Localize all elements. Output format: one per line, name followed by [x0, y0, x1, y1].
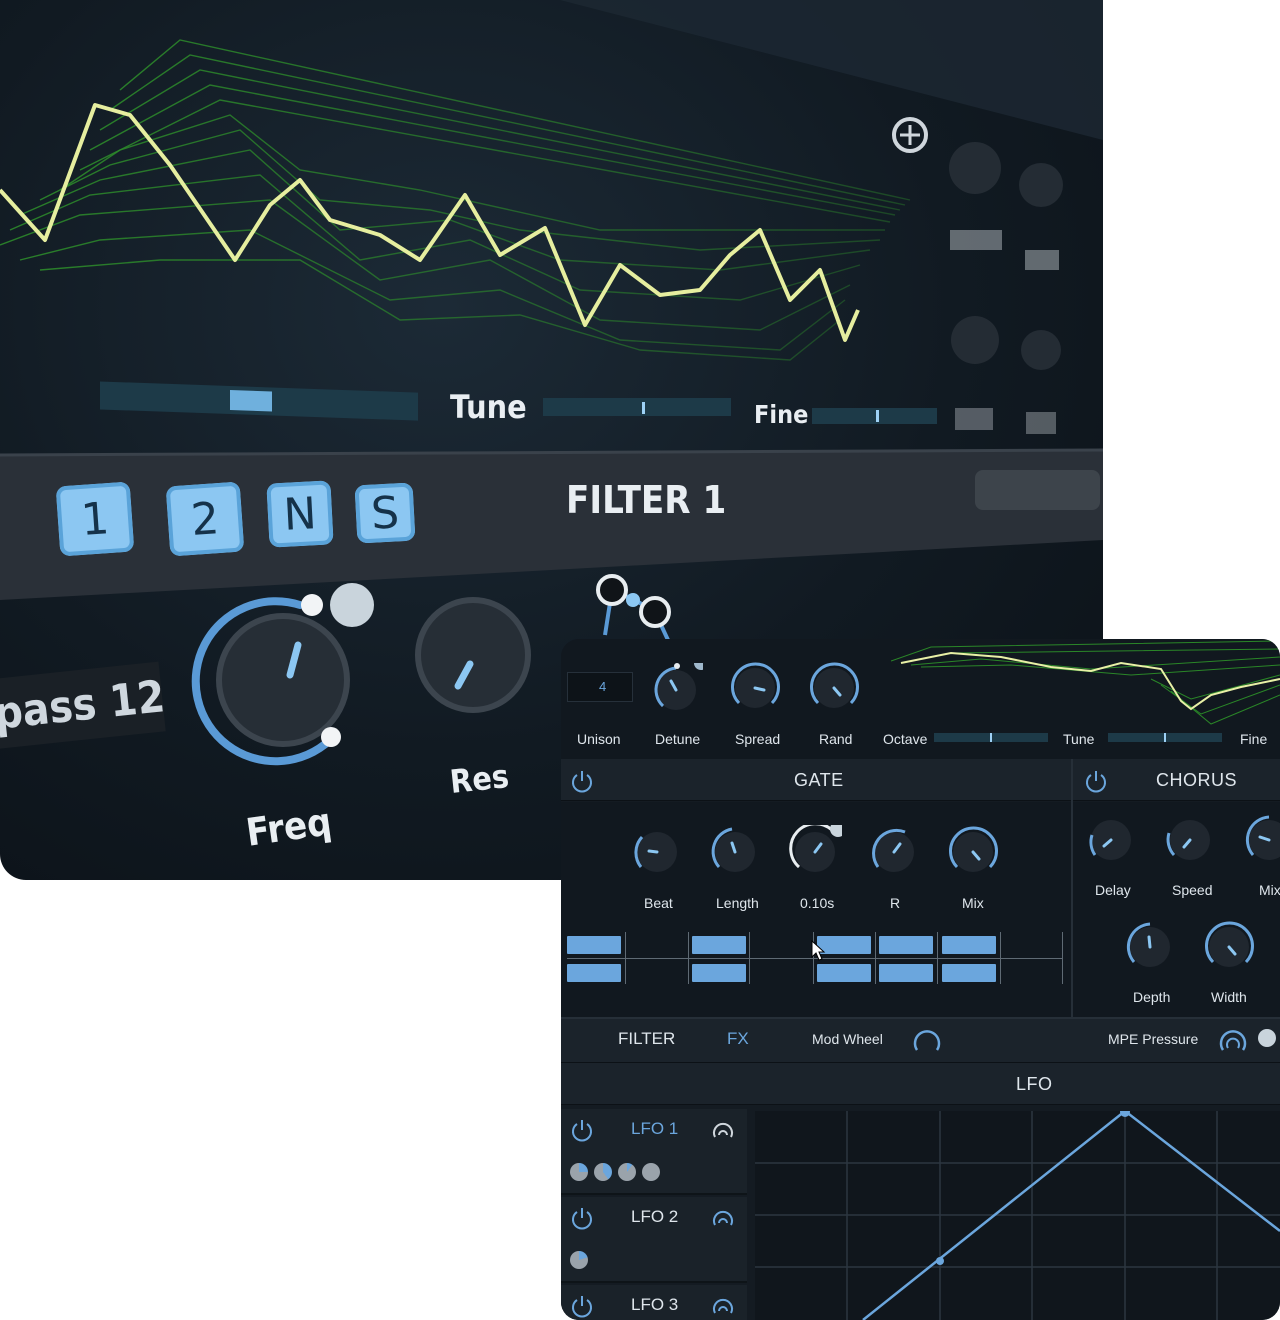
lfo1-mod-dot[interactable] [618, 1163, 636, 1181]
chorus-speed-label: Speed [1172, 882, 1213, 898]
gate-step-on[interactable] [567, 936, 621, 954]
gate-beat-label: Beat [644, 895, 673, 911]
lfo1-mod-dot[interactable] [594, 1163, 612, 1181]
unison-value: 4 [599, 679, 607, 694]
gate-r-knob[interactable] [867, 825, 921, 879]
chorus-speed-knob[interactable] [1163, 813, 1217, 867]
octave-slider-marker [990, 733, 992, 742]
lfo2-target-icon[interactable] [711, 1206, 735, 1230]
gate-step-on[interactable] [692, 964, 746, 982]
unison-value-box[interactable]: 4 [567, 672, 633, 702]
lfo3-label: LFO 3 [631, 1295, 679, 1314]
octave-slider[interactable] [934, 733, 1048, 742]
mod-tab-fx[interactable]: FX [727, 1029, 749, 1049]
chorus-delay-label: Delay [1095, 882, 1131, 898]
hero-tune-label: Tune [450, 388, 527, 426]
gate-power-icon[interactable] [570, 769, 594, 793]
rand-label: Rand [819, 731, 853, 747]
gate-seq-divider [688, 932, 689, 984]
detune-label: Detune [655, 731, 701, 747]
gate-seq-divider [1000, 932, 1001, 984]
spread-label: Spread [735, 731, 781, 747]
lfo-title: LFO [1016, 1074, 1053, 1094]
mouse-cursor-icon [811, 940, 826, 961]
gate-mix-knob[interactable] [946, 825, 1000, 879]
lfo2-label: LFO 2 [631, 1207, 679, 1226]
gate-mix-label: Mix [962, 895, 984, 911]
unison-label: Unison [577, 731, 621, 747]
chorus-width-label: Width [1211, 989, 1247, 1005]
gate-title: GATE [794, 770, 844, 790]
gate-time-label: 0.10s [800, 895, 835, 911]
chorus-mix-label: Mix [1259, 882, 1280, 898]
hero-pad-2[interactable]: 2 [165, 481, 245, 557]
lfo-item-2[interactable]: LFO 2 [561, 1197, 747, 1283]
detune-knob[interactable] [649, 663, 703, 717]
lfo2-mod-dot[interactable] [570, 1251, 588, 1269]
tune-slider-marker [1164, 733, 1166, 742]
gate-step-on[interactable] [942, 964, 996, 982]
chorus-title: CHORUS [1156, 770, 1238, 790]
gate-step-on[interactable] [879, 936, 933, 954]
gate-step-on[interactable] [692, 936, 746, 954]
lfo-item-3[interactable]: LFO 3 [561, 1285, 747, 1320]
gate-step-on[interactable] [942, 936, 996, 954]
mpe-source-dot[interactable] [1258, 1029, 1276, 1047]
lfo1-target-icon[interactable] [711, 1118, 735, 1142]
tune-slider[interactable] [1108, 733, 1222, 742]
hero-fine-label: Fine [754, 400, 809, 429]
gate-length-label: Length [716, 895, 759, 911]
osc-wave-preview [891, 640, 1280, 725]
rand-knob[interactable] [807, 661, 861, 715]
lfo3-power-icon[interactable] [570, 1294, 594, 1318]
hero-pad-s[interactable]: S [354, 482, 416, 544]
gate-step-on[interactable] [567, 964, 621, 982]
fine-label: Fine [1240, 731, 1268, 747]
gate-r-label: R [890, 895, 901, 911]
gate-time-knob[interactable] [788, 825, 842, 879]
mod-wheel-amount-knob[interactable] [912, 1026, 942, 1054]
hero-res-label: Res [448, 757, 511, 801]
mpe-pressure-amount-knob[interactable] [1218, 1026, 1248, 1054]
mod-wheel-label: Mod Wheel [812, 1031, 883, 1047]
lfo-shape-editor[interactable] [755, 1111, 1280, 1320]
lfo3-target-icon[interactable] [711, 1294, 735, 1318]
octave-label: Octave [883, 731, 928, 747]
chorus-depth-label: Depth [1133, 989, 1171, 1005]
hero-pad-1[interactable]: 1 [55, 481, 135, 557]
mod-tab-filter[interactable]: FILTER [618, 1029, 675, 1049]
lfo-header [561, 1063, 1280, 1105]
hero-pad-n[interactable]: N [266, 480, 334, 548]
chorus-delay-knob[interactable] [1084, 813, 1138, 867]
gate-step-on[interactable] [817, 964, 871, 982]
lfo1-label: LFO 1 [631, 1119, 679, 1138]
chorus-depth-knob[interactable] [1123, 920, 1177, 974]
gate-beat-knob[interactable] [630, 825, 684, 879]
gate-length-knob[interactable] [708, 825, 762, 879]
gate-seq-divider [625, 932, 626, 984]
gate-step-on[interactable] [879, 964, 933, 982]
gate-seq-divider [1062, 932, 1063, 984]
lfo1-mod-dot[interactable] [570, 1163, 588, 1181]
lfo1-mod-dot[interactable] [642, 1163, 660, 1181]
chorus-mix-knob[interactable] [1242, 813, 1280, 867]
hero-filter-title: FILTER 1 [566, 478, 727, 522]
chorus-width-knob[interactable] [1202, 920, 1256, 974]
wavetable-layers [0, 39, 911, 361]
lfo-item-1[interactable]: LFO 1 [561, 1109, 747, 1195]
gate-seq-divider [875, 932, 876, 984]
gate-seq-divider [937, 932, 938, 984]
lfo1-power-icon[interactable] [570, 1118, 594, 1142]
gate-sequencer[interactable] [561, 924, 1071, 994]
tune-label: Tune [1063, 731, 1095, 747]
spread-knob[interactable] [728, 661, 782, 715]
gate-seq-divider [749, 932, 750, 984]
lfo-node[interactable] [936, 1257, 944, 1265]
lfo2-power-icon[interactable] [570, 1206, 594, 1230]
mpe-pressure-label: MPE Pressure [1108, 1031, 1199, 1047]
chorus-power-icon[interactable] [1084, 769, 1108, 793]
synth-panel: 4 Unison Detune Spread Rand Octave Tune … [561, 639, 1280, 1320]
